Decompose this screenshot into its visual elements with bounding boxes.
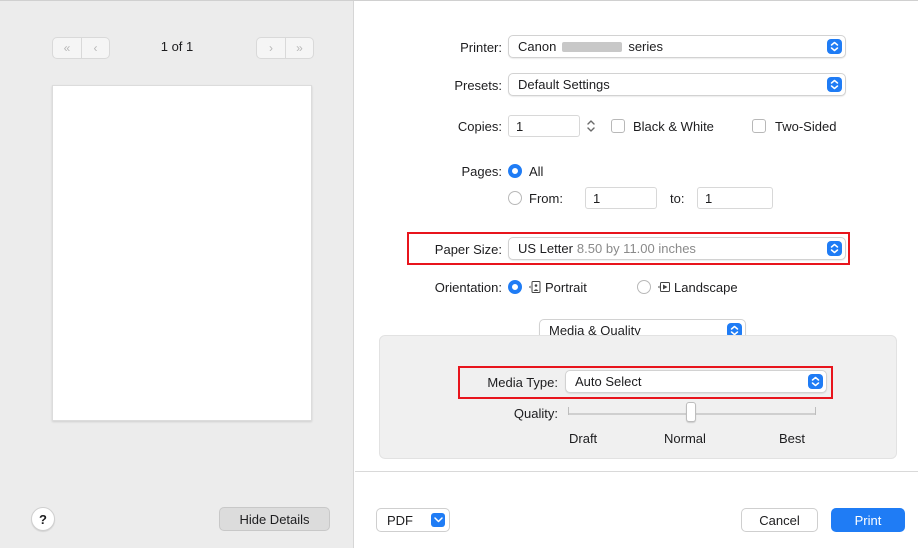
quality-best-label: Best [779,431,806,446]
portrait-icon [527,280,541,294]
landscape-radio[interactable] [637,280,651,294]
print-dialog: « ‹ 1 of 1 › » ? Hide Details Printer: C… [0,0,918,548]
pages-all-radio[interactable] [508,164,522,178]
cancel-button[interactable]: Cancel [741,508,818,532]
hide-details-button[interactable]: Hide Details [219,507,330,531]
paper-size-value: US Letter [518,241,573,256]
landscape-label: Landscape [674,280,738,295]
paper-size-detail: 8.50 by 11.00 inches [576,241,696,256]
pages-to-field[interactable]: 1 [697,187,773,209]
black-white-label: Black & White [633,119,714,134]
paper-size-popup[interactable]: US Letter 8.50 by 11.00 inches [508,237,846,260]
pages-label: Pages: [461,164,502,179]
preview-prev-controls: « ‹ [52,37,110,59]
popup-stepper-icon [827,77,842,92]
pages-all-label: All [529,164,544,179]
help-button[interactable]: ? [31,507,55,531]
pages-from-radio[interactable] [508,191,522,205]
black-white-checkbox[interactable] [611,119,625,133]
first-page-button[interactable]: « [53,38,81,58]
last-page-button[interactable]: » [285,38,313,58]
printer-model-redacted [562,41,623,52]
two-sided-label: Two-Sided [775,119,837,134]
printer-name-suffix: series [628,39,663,54]
quality-slider-knob[interactable] [686,402,696,422]
print-button[interactable]: Print [831,508,905,532]
printer-label: Printer: [460,40,502,55]
quality-tick-draft [568,407,569,415]
chevron-down-icon [431,513,445,527]
page-preview [52,85,312,421]
portrait-radio[interactable] [508,280,522,294]
orientation-label: Orientation: [434,280,502,295]
popup-stepper-icon [827,39,842,54]
media-type-popup[interactable]: Auto Select [565,370,827,393]
pages-from-field[interactable]: 1 [585,187,657,209]
presets-value: Default Settings [518,77,610,92]
two-sided-checkbox[interactable] [752,119,766,133]
presets-popup[interactable]: Default Settings [508,73,846,96]
footer-divider [355,471,918,472]
portrait-label: Portrait [545,280,587,295]
preview-next-controls: › » [256,37,314,59]
copies-stepper-icon[interactable] [585,116,597,139]
quality-normal-label: Normal [664,431,706,446]
printer-popup[interactable]: Canon series [508,35,846,58]
quality-label: Quality: [513,406,558,421]
media-type-value: Auto Select [575,374,642,389]
copies-label: Copies: [457,119,502,134]
printer-name-prefix: Canon [518,39,557,54]
landscape-icon [656,280,670,294]
next-page-button[interactable]: › [257,38,285,58]
quality-draft-label: Draft [569,431,598,446]
pdf-menu-button[interactable]: PDF [376,508,450,532]
popup-stepper-icon [827,241,842,256]
pages-to-label: to: [670,191,685,206]
media-type-label: Media Type: [487,375,558,390]
paper-size-label: Paper Size: [434,242,502,257]
quality-tick-best [815,407,816,415]
page-count-label: 1 of 1 [160,39,194,54]
copies-field[interactable]: 1 [508,115,580,137]
presets-label: Presets: [454,78,502,93]
pages-from-label: From: [529,191,563,206]
popup-stepper-icon [808,374,823,389]
pdf-label: PDF [387,512,413,528]
previous-page-button[interactable]: ‹ [81,38,109,58]
preview-pane: « ‹ 1 of 1 › » ? Hide Details [0,1,354,548]
